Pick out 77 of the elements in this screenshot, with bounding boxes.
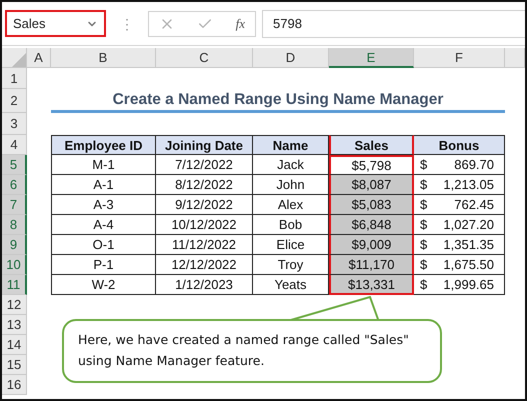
row-header[interactable]: 7 (2, 195, 27, 215)
currency-symbol: $ (420, 237, 428, 252)
row-header[interactable]: 6 (2, 175, 27, 195)
table-cell[interactable]: $9,009 (329, 235, 414, 255)
currency-symbol: $ (420, 197, 428, 212)
table-cell: W-2 (51, 275, 156, 295)
insert-function-button[interactable]: fx (236, 16, 245, 32)
column-header[interactable]: A (27, 48, 51, 68)
table-cell: 10/12/2022 (156, 215, 253, 235)
column-header[interactable]: F (414, 48, 505, 68)
row-header[interactable]: 2 (2, 89, 27, 113)
column-header[interactable]: C (156, 48, 253, 68)
table-cell: 7/12/2022 (156, 155, 253, 175)
table-cell: A-4 (51, 215, 156, 235)
row-header[interactable]: 5 (2, 155, 27, 175)
row-header[interactable]: 12 (2, 295, 27, 315)
table-cell[interactable]: $11,170 (329, 255, 414, 275)
table-header-cell: Name (253, 135, 329, 155)
table-cell: Yeats (253, 275, 329, 295)
name-box-value: Sales (13, 16, 46, 31)
row-header[interactable]: 9 (2, 235, 27, 255)
row-header[interactable]: 10 (2, 255, 27, 275)
table-cell: A-3 (51, 195, 156, 215)
table-cell: Alex (253, 195, 329, 215)
table-header-cell: Joining Date (156, 135, 253, 155)
currency-symbol: $ (420, 217, 428, 232)
table-cell: O-1 (51, 235, 156, 255)
bonus-amount: 1,213.05 (443, 177, 494, 192)
sheet-title: Create a Named Range Using Name Manager (51, 89, 505, 113)
row-header[interactable]: 15 (2, 355, 27, 375)
currency-symbol: $ (420, 277, 428, 292)
table-header-cell: Bonus (414, 135, 505, 155)
column-header[interactable] (505, 48, 525, 68)
table-cell: 9/12/2022 (156, 195, 253, 215)
table-cell: Jack (253, 155, 329, 175)
row-header[interactable]: 14 (2, 335, 27, 355)
row-header[interactable]: 1 (2, 68, 27, 89)
table-cell[interactable]: $8,087 (329, 175, 414, 195)
bonus-amount: 1,999.65 (443, 277, 494, 292)
table-cell: M-1 (51, 155, 156, 175)
select-all-corner[interactable] (2, 48, 27, 68)
table-header-cell: Sales (329, 135, 414, 155)
table-cell[interactable]: $5,083 (329, 195, 414, 215)
table-cell: P-1 (51, 255, 156, 275)
table-cell: 8/12/2022 (156, 175, 253, 195)
table-cell: Bob (253, 215, 329, 235)
column-header[interactable]: D (253, 48, 329, 68)
table-cell: Troy (253, 255, 329, 275)
row-header[interactable]: 3 (2, 113, 27, 135)
row-header[interactable]: 4 (2, 135, 27, 155)
row-header[interactable]: 11 (2, 275, 27, 295)
table-cell: Elice (253, 235, 329, 255)
bonus-amount: 869.70 (454, 157, 494, 172)
name-box[interactable]: Sales (5, 10, 106, 37)
row-header[interactable]: 13 (2, 315, 27, 335)
table-cell: 1/12/2023 (156, 275, 253, 295)
column-header[interactable]: E (329, 48, 414, 68)
table-cell: John (253, 175, 329, 195)
bonus-amount: 1,027.20 (443, 217, 494, 232)
formula-field[interactable]: 5798 (262, 10, 525, 38)
bonus-amount: 1,351.35 (443, 237, 494, 252)
currency-symbol: $ (420, 257, 428, 272)
table-cell: 12/12/2022 (156, 255, 253, 275)
table-cell[interactable]: $5,798 (329, 155, 414, 175)
currency-symbol: $ (420, 177, 428, 192)
column-header[interactable]: B (51, 48, 156, 68)
bonus-amount: 762.45 (454, 197, 494, 212)
table-cell: A-1 (51, 175, 156, 195)
table-header-cell: Employee ID (51, 135, 156, 155)
table-cell: 11/12/2022 (156, 235, 253, 255)
bonus-amount: 1,675.50 (443, 257, 494, 272)
table-cell[interactable]: $6,848 (329, 215, 414, 235)
row-header[interactable]: 8 (2, 215, 27, 235)
table-cell[interactable]: $13,331 (329, 275, 414, 295)
triangle-icon (12, 53, 26, 67)
currency-symbol: $ (420, 157, 428, 172)
row-header[interactable]: 16 (2, 375, 27, 395)
